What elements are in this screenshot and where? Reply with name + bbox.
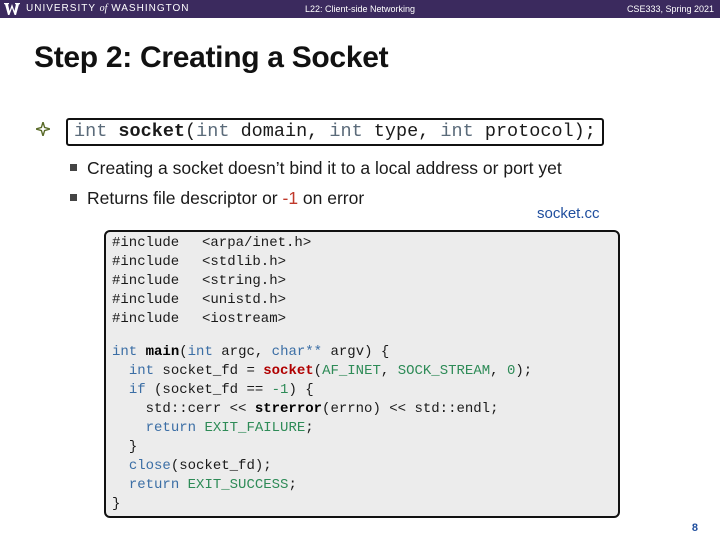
diamond-bullet-icon [36,122,50,136]
include-line: #include <stdlib.h> [112,254,287,270]
bullet-item: Creating a socket doesn’t bind it to a l… [70,157,562,179]
code-line: return EXIT_SUCCESS; [128,477,297,493]
bullet-item: Returns file descriptor or -1 on error [70,187,364,209]
code-line: close(socket_fd); [128,458,272,474]
code-line: std::cerr << strerror(errno) << std::end… [145,401,499,417]
function-signature: int socket(int domain, int type, int pro… [66,118,604,146]
filename-label: socket.cc [537,205,600,222]
course-label: CSE333, Spring 2021 [626,4,714,14]
slide-title: Step 2: Creating a Socket [34,41,389,74]
code-line: int main(int argc, char** argv) { [112,344,390,360]
code-line: } [112,496,121,512]
square-bullet-icon [70,164,77,171]
lecture-title: L22: Client-side Networking [304,4,416,14]
code-block: #include <arpa/inet.h> #include <stdlib.h>… [104,230,620,518]
include-line: #include <unistd.h> [112,292,287,308]
code-line: if (socket_fd == -1) { [128,382,314,398]
include-line: #include <iostream> [112,311,287,327]
page-number: 8 [691,522,698,534]
code-line: return EXIT_FAILURE; [145,420,314,436]
include-line: #include <arpa/inet.h> [112,235,312,251]
code-line: int socket_fd = socket(AF_INET, SOCK_STR… [128,363,533,379]
include-line: #include <string.h> [112,273,287,289]
square-bullet-icon [70,194,77,201]
code-line: } [128,439,138,455]
header-bar: UNIVERSITY of WASHINGTON L22: Client-sid… [0,0,720,18]
